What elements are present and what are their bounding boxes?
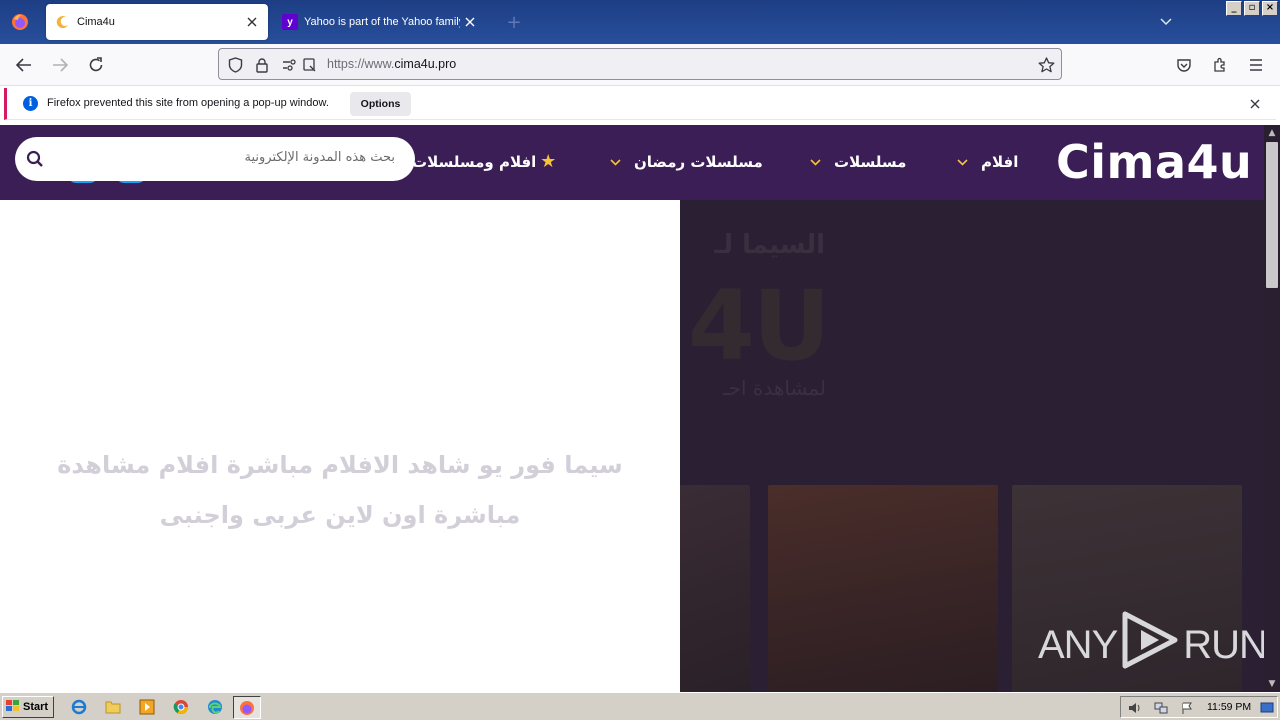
system-tray: 11:59 PM	[1120, 696, 1278, 718]
banner-title: السيما لـ	[714, 230, 825, 260]
hero-banner: السيما لـ 4U لمشاهدة احـ ANY RUN	[680, 200, 1264, 692]
scroll-down-arrow-icon[interactable]: ▼	[1267, 679, 1277, 689]
menu-item-series[interactable]: مسلسلات	[808, 151, 906, 173]
chevron-down-icon	[808, 155, 822, 169]
pocket-icon[interactable]	[1172, 53, 1196, 77]
url-text[interactable]: https://www.cima4u.pro	[327, 57, 456, 71]
tab-strip: Cima4u y Yahoo is part of the Yahoo fami…	[0, 0, 1280, 44]
firefox-taskbar-button[interactable]	[233, 696, 261, 719]
windows-logo-icon	[6, 699, 20, 715]
cima4u-favicon-icon	[55, 14, 71, 30]
volume-icon[interactable]	[1127, 700, 1143, 716]
banner-subtitle: لمشاهدة احـ	[722, 376, 826, 400]
start-button[interactable]: Start	[2, 696, 54, 718]
tab-title: Yahoo is part of the Yahoo family o	[304, 16, 460, 28]
edge-icon[interactable]	[206, 698, 224, 716]
chevron-down-icon	[608, 155, 622, 169]
vertical-scrollbar[interactable]: ▲ ▼	[1264, 125, 1280, 692]
close-tab-icon[interactable]	[242, 12, 262, 32]
tab-title: Cima4u	[77, 16, 115, 28]
folder-icon[interactable]	[104, 698, 122, 716]
search-input[interactable]: بحث هذه المدونة الإلكترونية	[245, 150, 396, 165]
watermark-text-left: ANY	[1038, 622, 1118, 667]
movie-poster[interactable]	[768, 485, 998, 692]
info-icon: i	[23, 96, 38, 111]
firefox-icon[interactable]	[8, 10, 32, 34]
movie-poster[interactable]	[680, 485, 750, 692]
flag-icon[interactable]	[1179, 700, 1195, 716]
menu-item-label: مسلسلات رمضان	[634, 153, 763, 171]
star-icon: ★	[540, 151, 557, 172]
tab-cima4u[interactable]: Cima4u	[46, 4, 268, 40]
list-all-tabs-icon[interactable]	[1156, 12, 1176, 32]
close-window-icon[interactable]: ×	[1262, 1, 1278, 16]
web-page: Cima4u افلام مسلسلات مسلسلات رمضان ★ افل…	[0, 125, 1264, 692]
bookmark-star-icon[interactable]	[1037, 56, 1055, 74]
notification-message: Firefox prevented this site from opening…	[47, 97, 329, 109]
window-controls: _ ▫ ×	[1226, 1, 1278, 16]
reload-icon[interactable]	[84, 53, 108, 77]
search-icon[interactable]	[25, 149, 45, 169]
hamburger-menu-icon[interactable]	[1244, 53, 1268, 77]
options-button[interactable]: Options	[350, 92, 411, 116]
windows-taskbar: Start 11:59 PM	[0, 692, 1280, 720]
menu-item-ramadan-series[interactable]: مسلسلات رمضان	[608, 151, 763, 173]
popup-blocked-notification: i Firefox prevented this site from openi…	[4, 88, 1276, 120]
hero-tagline: سيما فور يو شاهد الافلام مباشرة افلام مش…	[57, 451, 623, 529]
menu-item-label: افلام ومسلسلات	[412, 153, 537, 171]
restore-icon[interactable]: ▫	[1244, 1, 1260, 16]
permissions-icon[interactable]	[281, 56, 299, 74]
menu-item-label: افلام	[981, 153, 1019, 171]
watermark-text-right: RUN	[1183, 622, 1264, 667]
url-prefix: https://www.	[327, 57, 395, 71]
url-domain: cima4u.pro	[394, 57, 457, 71]
tracking-shield-icon[interactable]	[226, 56, 244, 74]
extensions-icon[interactable]	[1208, 53, 1232, 77]
lock-icon[interactable]	[253, 56, 271, 74]
close-icon[interactable]	[1246, 95, 1264, 113]
minimize-icon[interactable]: _	[1226, 1, 1242, 16]
scroll-up-arrow-icon[interactable]: ▲	[1267, 128, 1277, 138]
new-tab-icon[interactable]: +	[504, 12, 524, 33]
menu-item-label: مسلسلات	[834, 153, 907, 171]
anyrun-watermark: ANY RUN	[1038, 610, 1264, 680]
internet-explorer-icon[interactable]	[70, 698, 88, 716]
navigation-toolbar: https://www.cima4u.pro	[0, 44, 1280, 86]
tab-yahoo[interactable]: y Yahoo is part of the Yahoo family o	[276, 4, 486, 40]
media-player-icon[interactable]	[138, 698, 156, 716]
yahoo-favicon-icon: y	[282, 14, 298, 30]
chrome-icon[interactable]	[172, 698, 190, 716]
url-bar[interactable]: https://www.cima4u.pro	[218, 48, 1062, 80]
back-arrow-icon[interactable]	[12, 53, 36, 77]
scrollbar-thumb[interactable]	[1266, 142, 1278, 288]
show-desktop-icon[interactable]	[1259, 700, 1275, 716]
close-tab-icon[interactable]	[460, 12, 480, 32]
page-icon[interactable]	[301, 56, 319, 74]
site-logo[interactable]: Cima4u	[1056, 135, 1252, 189]
start-label: Start	[23, 701, 49, 713]
chevron-down-icon	[955, 155, 969, 169]
forward-arrow-icon[interactable]	[48, 53, 72, 77]
search-box[interactable]: بحث هذه المدونة الإلكترونية	[15, 137, 415, 181]
firefox-icon	[240, 700, 254, 715]
play-triangle-icon	[1121, 610, 1179, 680]
clock: 11:59 PM	[1207, 701, 1252, 713]
menu-item-movies[interactable]: افلام	[955, 151, 1018, 173]
site-header: Cima4u افلام مسلسلات مسلسلات رمضان ★ افل…	[0, 125, 1264, 200]
hero-text-panel: سيما فور يو شاهد الافلام مباشرة افلام مش…	[0, 200, 680, 692]
banner-logo: 4U	[688, 270, 831, 382]
network-icon[interactable]	[1153, 700, 1169, 716]
menu-item-movies-and-series[interactable]: ★ افلام ومسلسلات	[412, 151, 568, 173]
